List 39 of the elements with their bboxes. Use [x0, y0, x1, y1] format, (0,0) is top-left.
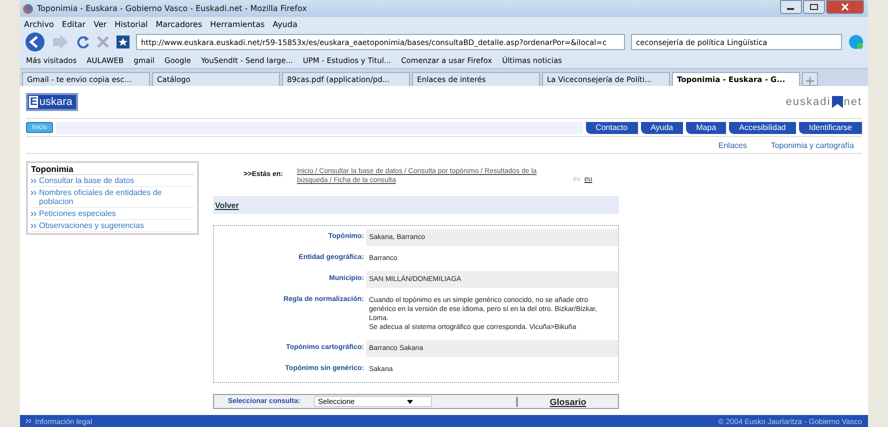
sidebar-item[interactable]: Nombres oficiales de entidades de poblacion [39, 188, 194, 206]
glossary-link[interactable]: Glosario [516, 396, 618, 406]
reload-icon[interactable] [76, 35, 90, 49]
menu-item[interactable]: Archivo [24, 20, 54, 28]
menu-item[interactable]: Marcadores [156, 20, 202, 28]
menu-item[interactable]: Historial [114, 20, 148, 28]
nav-button[interactable]: Contacto [586, 122, 638, 134]
nav-button[interactable]: Mapa [686, 122, 726, 134]
nav-button[interactable]: Identificarse [798, 122, 862, 134]
euskara-logo[interactable]: Euskara [26, 93, 78, 111]
menu-item[interactable]: Ver [94, 20, 107, 28]
sidebar-item[interactable]: Observaciones y sugerencias [39, 221, 144, 230]
sidebar-title: Toponimia [31, 164, 194, 175]
chevron-icon [31, 212, 36, 216]
sidebar-item[interactable]: Peticiones especiales [39, 209, 116, 218]
close-button[interactable] [826, 0, 864, 14]
plus-icon [806, 77, 814, 85]
nav-button[interactable]: Accesibilidad [729, 122, 796, 134]
maximize-button[interactable] [803, 0, 825, 14]
euskadi-net-logo[interactable]: euskadi net [786, 96, 862, 108]
dropdown-caret-icon [407, 400, 413, 404]
chevron-icon [31, 179, 36, 183]
menu-item[interactable]: Ayuda [272, 20, 298, 28]
menu-item[interactable]: Editar [62, 20, 86, 28]
maximize-icon [809, 3, 819, 11]
header-link[interactable]: Enlaces [718, 140, 747, 150]
back-link[interactable]: Volver [213, 200, 239, 210]
chevron-icon [31, 191, 36, 195]
menu-item[interactable]: Herramientas [210, 20, 265, 28]
bookmark-page-icon[interactable] [116, 35, 130, 49]
header-link[interactable]: Toponimia y cartografía [770, 140, 854, 150]
window-title: Toponimia - Euskara - Gobierno Vasco - Euskadi.net - Mozilla Firefox [37, 4, 308, 13]
minimize-button[interactable] [780, 0, 802, 14]
back-icon[interactable] [24, 32, 46, 52]
close-icon [840, 3, 850, 11]
chevron-icon [31, 224, 36, 228]
sidebar-item[interactable]: Consultar la base de datos [39, 176, 134, 185]
chevron-icon [26, 419, 31, 423]
nav-button[interactable]: Ayuda [640, 122, 684, 134]
